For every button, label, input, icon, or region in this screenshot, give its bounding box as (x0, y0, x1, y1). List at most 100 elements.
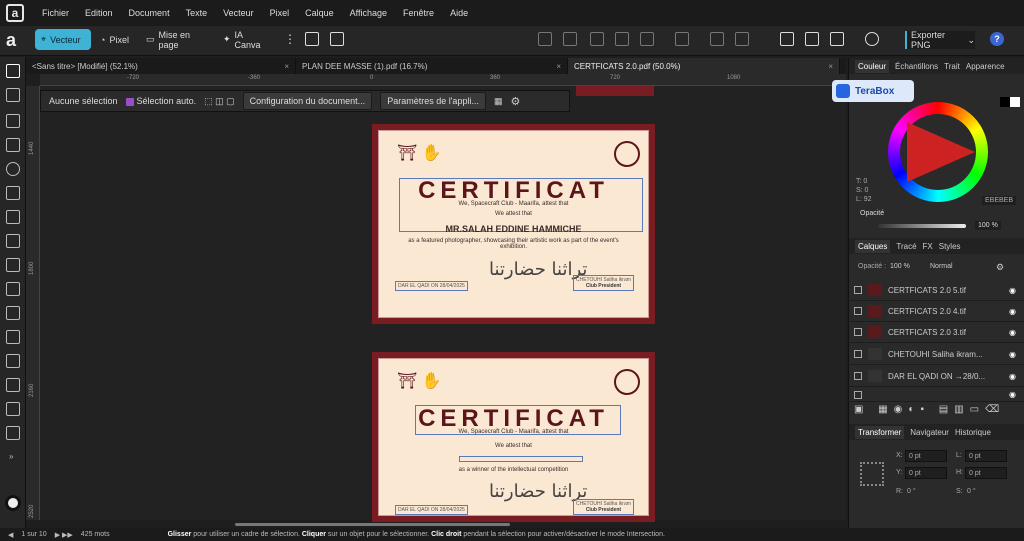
color-triangle[interactable] (907, 122, 975, 182)
layer-row[interactable]: CHETOUHI Saliha ikram... ◉ (848, 344, 1024, 365)
layer-checkbox[interactable] (854, 390, 862, 399)
tab-calques[interactable]: Calques (855, 239, 891, 253)
boolean-intersect-icon[interactable] (590, 32, 604, 46)
close-icon[interactable]: × (284, 62, 289, 71)
y-field[interactable]: 0 pt (905, 467, 947, 479)
tab-styles[interactable]: Styles (939, 242, 961, 251)
persona-pixel-button[interactable]: ◔ Pixel (94, 29, 134, 50)
eye-icon[interactable]: ◉ (1009, 390, 1016, 399)
menu-edition[interactable]: Edition (77, 8, 121, 18)
tab-transformer[interactable]: Transformer (855, 425, 905, 439)
snapping-icon[interactable] (305, 32, 319, 46)
app-params-button[interactable]: Paramètres de l'appli... (380, 92, 486, 110)
layer-checkbox[interactable] (854, 350, 862, 358)
boolean-subtract-icon[interactable] (563, 32, 577, 46)
pencil-tool-icon[interactable] (6, 186, 20, 200)
persona-vecteur-button[interactable]: ⌖ Vecteur (35, 29, 91, 50)
menu-document[interactable]: Document (121, 8, 178, 18)
layer-actions-icons[interactable]: ▣ ▦◉◐▪ ▤▥▭⌫ (854, 404, 1005, 415)
rectangle-tool-icon[interactable] (6, 330, 20, 344)
tab-historique[interactable]: Historique (955, 428, 991, 437)
persona-ia-button[interactable]: ✦ IA Canva (217, 29, 272, 50)
page-nav-icon[interactable]: ◀ (8, 531, 13, 539)
persona-layout-button[interactable]: ▭ Mise en page (140, 29, 210, 50)
corner-tool-icon[interactable] (6, 138, 20, 152)
layer-row[interactable]: DAR EL QADI ON →28/0... ◉ (848, 366, 1024, 387)
menu-calque[interactable]: Calque (297, 8, 342, 18)
warning-icon[interactable] (710, 32, 724, 46)
menu-fichier[interactable]: Fichier (34, 8, 77, 18)
layer-opacity-value[interactable]: 100 % (890, 263, 910, 270)
close-icon[interactable]: × (556, 62, 561, 71)
artboard-tool-icon[interactable] (6, 88, 20, 102)
boolean-xor-icon[interactable] (615, 32, 629, 46)
tab-echantillons[interactable]: Échantillons (895, 62, 938, 71)
image-tool-icon[interactable] (6, 402, 20, 416)
boolean-add-icon[interactable] (538, 32, 552, 46)
tab-trace[interactable]: Tracé (896, 242, 916, 251)
auto-select-checkbox[interactable]: Sélection auto. (125, 96, 196, 106)
color-swatch-icon[interactable] (5, 495, 21, 511)
fill-tool-icon[interactable] (6, 282, 20, 296)
eye-icon[interactable]: ◉ (1009, 328, 1016, 337)
help-icon[interactable]: ? (990, 32, 1004, 46)
gradient-tool-icon[interactable] (6, 306, 20, 320)
eye-icon[interactable]: ◉ (1009, 350, 1016, 359)
page-nav-icon[interactable]: ▶ ▶▶ (55, 531, 73, 539)
opacity-slider[interactable] (878, 224, 966, 228)
arrange-icon[interactable] (805, 32, 819, 46)
anchor-grid-icon[interactable] (860, 462, 884, 486)
gear-icon[interactable]: ⚙ (510, 95, 520, 108)
menu-pixel[interactable]: Pixel (262, 8, 298, 18)
text-tool-icon[interactable] (6, 354, 20, 368)
crop-tool-icon[interactable] (6, 378, 20, 392)
tab-certificats[interactable]: CERTFICATS 2.0.pdf (50.0%) × (568, 58, 840, 74)
link-icon[interactable] (675, 32, 689, 46)
layer-row[interactable]: CERTFICATS 2.0 4.tif ◉ (848, 301, 1024, 322)
align-icon[interactable] (735, 32, 749, 46)
hex-field[interactable]: EBEBEB (982, 196, 1017, 205)
certificate-page-1[interactable]: ⛩ ✋ CERTIFICAT We, Spacecraft Club - Maa… (372, 124, 655, 324)
layer-checkbox[interactable] (854, 372, 862, 380)
layout-icon[interactable]: ▦ (494, 96, 503, 107)
more-options-icon[interactable]: ⋮ (284, 32, 296, 46)
terabox-widget[interactable]: TeraBox (832, 80, 914, 102)
menu-vecteur[interactable]: Vecteur (215, 8, 262, 18)
pen-nib-icon[interactable] (865, 32, 879, 46)
width-field[interactable]: 0 pt (965, 450, 1007, 462)
select-mode-icons[interactable]: ⬚ ◫ ▢ (204, 96, 235, 107)
blend-mode-dropdown[interactable]: Normal (930, 263, 953, 270)
point-transform-icon[interactable] (6, 162, 20, 176)
gear-icon[interactable]: ⚙ (996, 262, 1004, 273)
export-png-dropdown[interactable]: Exporter PNG ⌄ (905, 30, 975, 50)
opacity-value-field[interactable]: 100 % (975, 221, 1001, 230)
menu-fenetre[interactable]: Fenêtre (395, 8, 442, 18)
layer-row[interactable]: CERTFICATS 2.0 3.tif ◉ (848, 322, 1024, 343)
tab-trait[interactable]: Trait (944, 62, 960, 71)
certificate-page-2[interactable]: ⛩ ✋ CERTIFICAT We, Spacecraft Club - Maa… (372, 352, 655, 522)
layer-row[interactable]: ◉ (848, 388, 1024, 402)
layer-checkbox[interactable] (854, 307, 862, 315)
tab-fx[interactable]: FX (923, 242, 933, 251)
tab-navigateur[interactable]: Navigateur (910, 428, 949, 437)
node-tool-icon[interactable] (6, 114, 20, 128)
menu-affichage[interactable]: Affichage (342, 8, 395, 18)
document-config-button[interactable]: Configuration du document... (242, 92, 373, 110)
move-front-icon[interactable] (780, 32, 794, 46)
transform-icon[interactable] (830, 32, 844, 46)
layer-row[interactable]: CERTFICATS 2.0 5.tif ◉ (848, 280, 1024, 301)
eye-icon[interactable]: ◉ (1009, 372, 1016, 381)
paint-brush-icon[interactable] (6, 258, 20, 272)
eye-icon[interactable]: ◉ (1009, 286, 1016, 295)
layer-checkbox[interactable] (854, 328, 862, 336)
zoom-tool-icon[interactable] (6, 426, 20, 440)
tab-couleur[interactable]: Couleur (855, 59, 890, 73)
horizontal-scrollbar[interactable] (235, 523, 510, 526)
layer-checkbox[interactable] (854, 286, 862, 294)
boolean-divide-icon[interactable] (640, 32, 654, 46)
rotation-field[interactable]: 0 ° (907, 488, 916, 495)
grid-icon[interactable] (330, 32, 344, 46)
stroke-swatch[interactable] (1010, 97, 1020, 107)
eye-icon[interactable]: ◉ (1009, 307, 1016, 316)
shear-field[interactable]: 0 ° (967, 488, 976, 495)
